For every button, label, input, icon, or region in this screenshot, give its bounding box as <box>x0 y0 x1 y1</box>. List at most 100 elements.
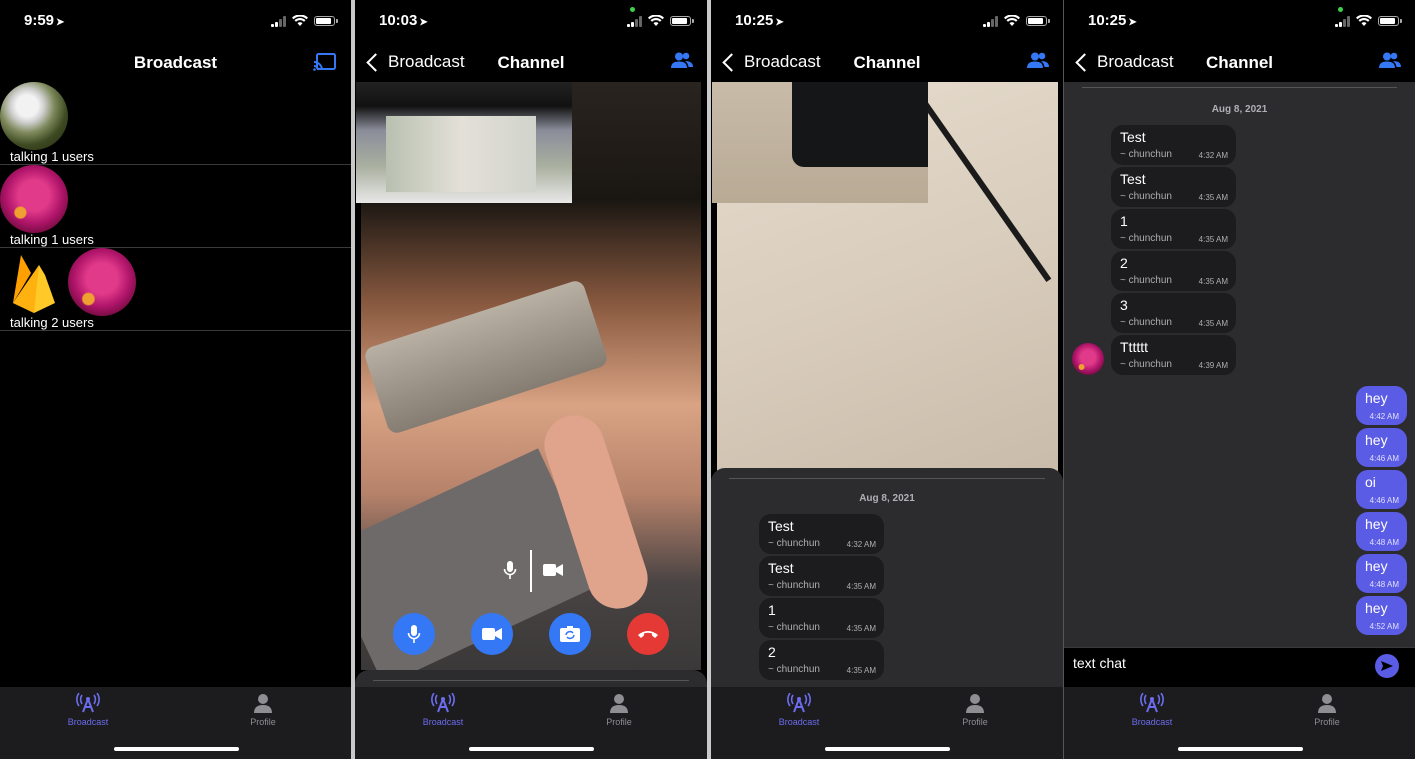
tab-profile[interactable]: Profile <box>1287 693 1367 727</box>
video-small-icon <box>543 563 563 582</box>
tab-broadcast[interactable]: Broadcast <box>759 692 839 727</box>
tab-broadcast[interactable]: Broadcast <box>403 692 483 727</box>
cast-icon[interactable] <box>313 52 337 77</box>
tab-label: Broadcast <box>67 717 109 727</box>
signal-icon <box>1335 15 1350 27</box>
message-bubble: 1 ~ chunchun 4:35 AM <box>759 598 884 638</box>
local-video-preview <box>712 82 928 203</box>
avatar <box>0 165 68 233</box>
tab-profile[interactable]: Profile <box>579 693 659 727</box>
nav-bar: Broadcast Channel <box>711 44 1063 82</box>
battery-icon <box>314 16 338 26</box>
phone-hangup-icon <box>638 631 658 638</box>
status-bar: 10:25 ➤ <box>711 0 1063 44</box>
mic-in-use-indicator <box>630 7 635 12</box>
message-bubble: Tttttt ~ chunchun 4:39 AM <box>1111 335 1236 375</box>
tab-label: Profile <box>1314 717 1340 727</box>
location-icon: ➤ <box>775 17 784 28</box>
camera-toggle-button[interactable] <box>471 613 513 655</box>
my-message-bubble: hey 4:48 AM <box>1356 512 1407 551</box>
tab-label: Profile <box>962 717 988 727</box>
my-message-bubble: hey 4:48 AM <box>1356 554 1407 593</box>
signal-icon <box>271 15 286 27</box>
message-bubble: Test ~ chunchun 4:32 AM <box>1111 125 1236 165</box>
my-message-bubble: oi 4:46 AM <box>1356 470 1407 509</box>
mic-icon <box>407 625 421 643</box>
tab-label: Broadcast <box>1131 717 1173 727</box>
page-title: Broadcast <box>133 53 218 72</box>
local-video-preview <box>356 82 572 203</box>
nav-bar: Broadcast <box>0 44 351 82</box>
mute-button[interactable] <box>393 613 435 655</box>
room-label: talking 1 users <box>10 232 94 247</box>
message-bubble: Test ~ chunchun 4:35 AM <box>1111 167 1236 207</box>
video-camera-icon <box>482 628 502 640</box>
avatar <box>68 248 136 316</box>
participants-icon[interactable] <box>1379 52 1401 73</box>
tab-broadcast[interactable]: Broadcast <box>48 692 128 727</box>
mic-in-use-indicator <box>1338 7 1343 12</box>
room-row[interactable]: talking 2 users <box>0 248 351 331</box>
person-icon <box>966 694 984 713</box>
nav-bar: Broadcast Channel <box>355 44 707 82</box>
end-call-button[interactable] <box>627 613 669 655</box>
message-bubble: 2 ~ chunchun 4:35 AM <box>759 640 884 680</box>
message-bubble: 3 ~ chunchun 4:35 AM <box>1111 293 1236 333</box>
room-label: talking 1 users <box>10 149 94 164</box>
my-message-bubble: hey 4:46 AM <box>1356 428 1407 467</box>
broadcast-icon <box>76 692 100 713</box>
wifi-icon <box>648 15 664 26</box>
status-time: 10:25 <box>1088 12 1127 29</box>
tab-bar: Broadcast Profile <box>1064 687 1415 759</box>
screen-channel-chat-full: 10:25 ➤ Broadcast Channel Aug 8, 2021 Tes… <box>1064 0 1415 759</box>
tab-label: Broadcast <box>422 717 464 727</box>
screen-video-channel: 10:03 ➤ Broadcast Channel Broadcast Prof… <box>355 0 707 759</box>
nav-bar: Broadcast Channel <box>1064 44 1415 82</box>
tab-label: Profile <box>606 717 632 727</box>
tab-profile[interactable]: Profile <box>223 693 303 727</box>
person-icon <box>254 694 272 713</box>
wifi-icon <box>1356 15 1372 26</box>
video-object <box>908 82 1052 283</box>
page-title: Channel <box>853 53 921 72</box>
battery-icon <box>1026 16 1050 26</box>
status-time: 9:59 <box>24 12 55 29</box>
broadcast-icon <box>787 692 811 713</box>
tab-label: Profile <box>250 717 276 727</box>
location-icon: ➤ <box>419 17 428 28</box>
room-label: talking 2 users <box>10 315 94 330</box>
status-bar: 9:59 ➤ <box>0 0 351 44</box>
my-message-bubble: hey 4:52 AM <box>1356 596 1407 635</box>
person-icon <box>610 694 628 713</box>
participants-icon[interactable] <box>671 52 693 73</box>
location-icon: ➤ <box>56 17 65 28</box>
send-icon <box>1381 661 1393 671</box>
switch-camera-button[interactable] <box>549 613 591 655</box>
person-icon <box>1318 694 1336 713</box>
chat-date: Aug 8, 2021 <box>859 493 915 504</box>
my-message-bubble: hey 4:42 AM <box>1356 386 1407 425</box>
wifi-icon <box>1004 15 1020 26</box>
send-button[interactable] <box>1375 654 1399 678</box>
status-bar: 10:25 ➤ <box>1064 0 1415 44</box>
tab-broadcast[interactable]: Broadcast <box>1112 692 1192 727</box>
video-object <box>792 82 928 167</box>
participants-icon[interactable] <box>1027 52 1049 73</box>
signal-icon <box>983 15 998 27</box>
tab-profile[interactable]: Profile <box>935 693 1015 727</box>
broadcast-icon <box>431 692 455 713</box>
status-time: 10:25 <box>735 12 774 29</box>
switch-camera-icon <box>560 626 580 642</box>
video-object <box>386 116 536 192</box>
home-indicator <box>113 747 239 751</box>
room-row[interactable]: talking 1 users <box>0 82 351 165</box>
message-input[interactable]: text chat <box>1073 655 1126 671</box>
avatar <box>0 82 68 150</box>
home-indicator <box>469 747 594 751</box>
screen-broadcast-list: 9:59 ➤ Broadcast talking 1 users talking … <box>0 0 351 759</box>
message-bubble: 2 ~ chunchun 4:35 AM <box>1111 251 1236 291</box>
screen-channel-chat-half: 10:25 ➤ Broadcast Channel Aug 8, 2021 Tes… <box>711 0 1063 759</box>
mic-small-icon <box>503 560 517 585</box>
room-row[interactable]: talking 1 users <box>0 165 351 248</box>
location-icon: ➤ <box>1128 17 1137 28</box>
